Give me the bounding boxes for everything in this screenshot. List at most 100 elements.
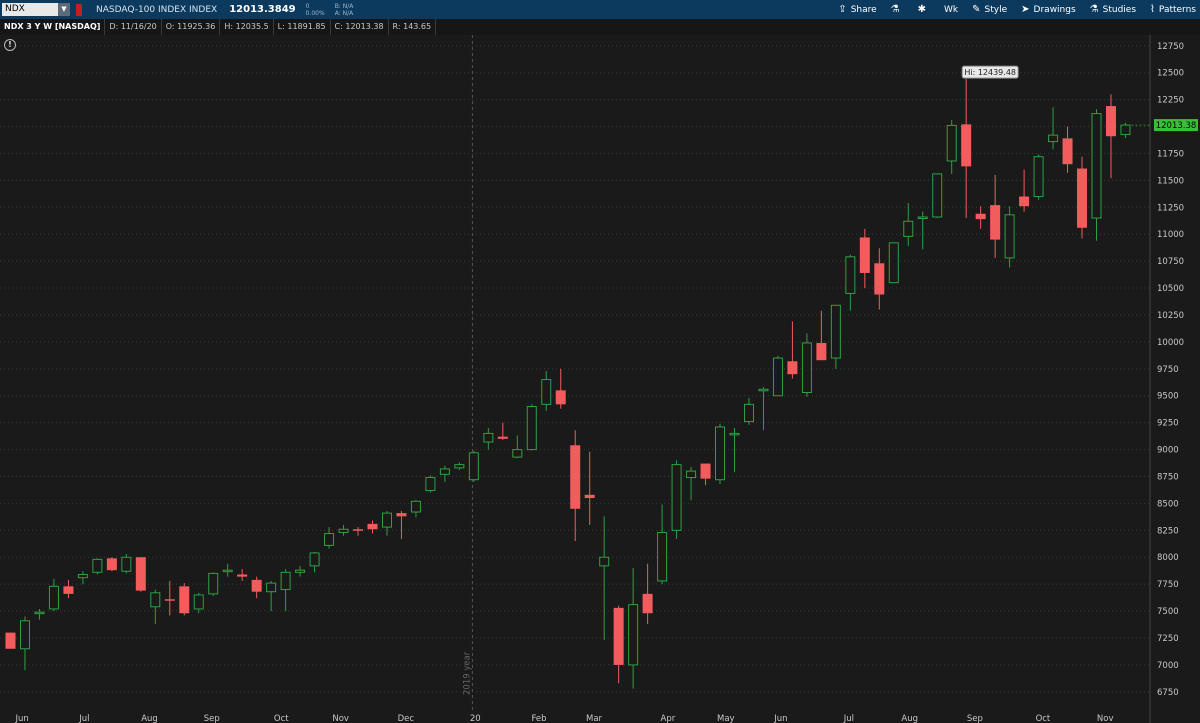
x-tick-label: Jun <box>773 714 787 723</box>
x-tick-label: Feb <box>531 714 546 723</box>
price-chart[interactable]: 6750 7000 7250 7500 7750 8000 8250 8500 8750 9000… <box>0 35 1200 723</box>
candle-body <box>1062 138 1073 165</box>
x-tick-label: Nov <box>332 714 349 723</box>
symbol-input[interactable]: NDX <box>2 3 58 16</box>
candle-body <box>772 357 783 397</box>
info-close: C: 12013.38 <box>331 19 389 35</box>
net-change: 0 <box>305 2 310 10</box>
symbol-dropdown-icon[interactable]: ▼ <box>58 3 70 16</box>
candle-body <box>1033 156 1044 198</box>
flag-icon[interactable] <box>76 3 82 16</box>
y-tick-label: 8500 <box>1157 499 1179 509</box>
last-price-label: 12013.38 <box>1156 121 1197 131</box>
y-tick-label: 11750 <box>1157 149 1184 159</box>
y-tick-label: 9500 <box>1157 392 1179 402</box>
y-tick-label: 8250 <box>1157 526 1179 536</box>
candle-body <box>787 361 798 375</box>
candle-body <box>19 620 30 650</box>
candle-body <box>1004 214 1015 259</box>
candle-body <box>1120 124 1131 136</box>
info-high: H: 12035.5 <box>220 19 274 35</box>
y-tick-label: 7750 <box>1157 580 1179 590</box>
symbol-description: NASDAQ-100 INDEX INDEX <box>96 4 218 15</box>
y-tick-label: 9250 <box>1157 419 1179 429</box>
studies-button[interactable]: ⚗ Studies <box>1090 4 1136 15</box>
x-tick-label: Nov <box>1097 714 1114 723</box>
x-tick-label: Sep <box>967 714 983 723</box>
candle-body <box>758 388 769 392</box>
style-icon: ✎ <box>972 4 981 15</box>
drawings-button[interactable]: ➤ Drawings <box>1021 4 1076 15</box>
y-tick-label: 9750 <box>1157 365 1179 375</box>
candle-body <box>309 552 320 567</box>
symbol-toolbar: NDX ▼ NASDAQ-100 INDEX INDEX 12013.3849 … <box>0 0 1200 19</box>
candle-body <box>657 531 668 582</box>
last-price: 12013.3849 <box>229 4 296 15</box>
candle-body <box>208 572 219 595</box>
candle-body <box>1091 113 1102 219</box>
x-tick-label: 20 <box>470 714 481 723</box>
candle-body <box>845 256 856 294</box>
candle-body <box>338 528 349 533</box>
candle-body <box>628 604 639 666</box>
candle-body <box>599 556 610 567</box>
chart-title: NDX 3 Y W [NASDAQ] <box>0 19 106 35</box>
candle-body <box>353 529 364 531</box>
candle-body <box>888 242 899 284</box>
candle-body <box>874 263 885 295</box>
y-tick-label: 7000 <box>1157 661 1179 671</box>
x-tick-label: Oct <box>274 714 289 723</box>
y-tick-label: 11250 <box>1157 203 1184 213</box>
alert-icon[interactable]: ! <box>4 39 16 51</box>
style-button[interactable]: ✎ Style <box>972 4 1007 15</box>
candle-body <box>961 124 972 167</box>
y-tick-label: 11500 <box>1157 176 1184 186</box>
candle-body <box>1019 196 1030 207</box>
y-tick-label: 12250 <box>1157 96 1184 106</box>
candle-body <box>1077 168 1088 228</box>
candle-body <box>555 390 566 405</box>
patterns-button[interactable]: ⌇ Patterns <box>1150 4 1196 15</box>
percent-change: 0.00% <box>305 9 325 17</box>
y-tick-label: 8000 <box>1157 553 1179 563</box>
candle-body <box>584 494 595 499</box>
x-tick-label: Oct <box>1036 714 1051 723</box>
y-tick-label: 10500 <box>1157 284 1184 294</box>
candle-body <box>222 569 233 573</box>
bid-value: B: N/A <box>334 2 354 10</box>
candle-body <box>816 342 827 361</box>
candle-body <box>150 592 161 608</box>
x-tick-label: Sep <box>204 714 220 723</box>
candle-body <box>975 213 986 220</box>
x-tick-label: May <box>717 714 735 723</box>
y-tick-label: 7250 <box>1157 634 1179 644</box>
share-button[interactable]: ⇪ Share <box>838 4 876 15</box>
y-tick-label: 12500 <box>1157 69 1184 79</box>
candle-body <box>48 585 59 610</box>
flask-button[interactable]: ⚗ <box>891 4 904 15</box>
y-tick-label: 7500 <box>1157 607 1179 617</box>
y-tick-label: 10250 <box>1157 311 1184 321</box>
info-range: R: 143.65 <box>389 19 437 35</box>
patterns-icon: ⌇ <box>1150 4 1155 15</box>
settings-button[interactable]: ✱ <box>918 4 930 15</box>
info-low: L: 11891.85 <box>274 19 331 35</box>
candle-body <box>1105 106 1116 137</box>
candle-body <box>483 432 494 443</box>
candle-body <box>497 436 508 439</box>
x-tick-label: Jun <box>14 714 28 723</box>
candle-body <box>324 533 335 546</box>
candle-body <box>121 556 132 572</box>
x-tick-label: Dec <box>398 714 415 723</box>
timeframe-button[interactable]: Wk <box>944 5 958 15</box>
candle-body <box>946 124 957 162</box>
candle-body <box>266 582 277 593</box>
y-tick-label: 10750 <box>1157 257 1184 267</box>
candle-body <box>295 569 306 573</box>
candle-body <box>917 216 928 219</box>
candle-body <box>686 470 697 479</box>
candle-body <box>541 379 552 405</box>
y-tick-label: 10000 <box>1157 338 1184 348</box>
candle-body <box>743 403 754 423</box>
candle-body <box>642 593 653 614</box>
